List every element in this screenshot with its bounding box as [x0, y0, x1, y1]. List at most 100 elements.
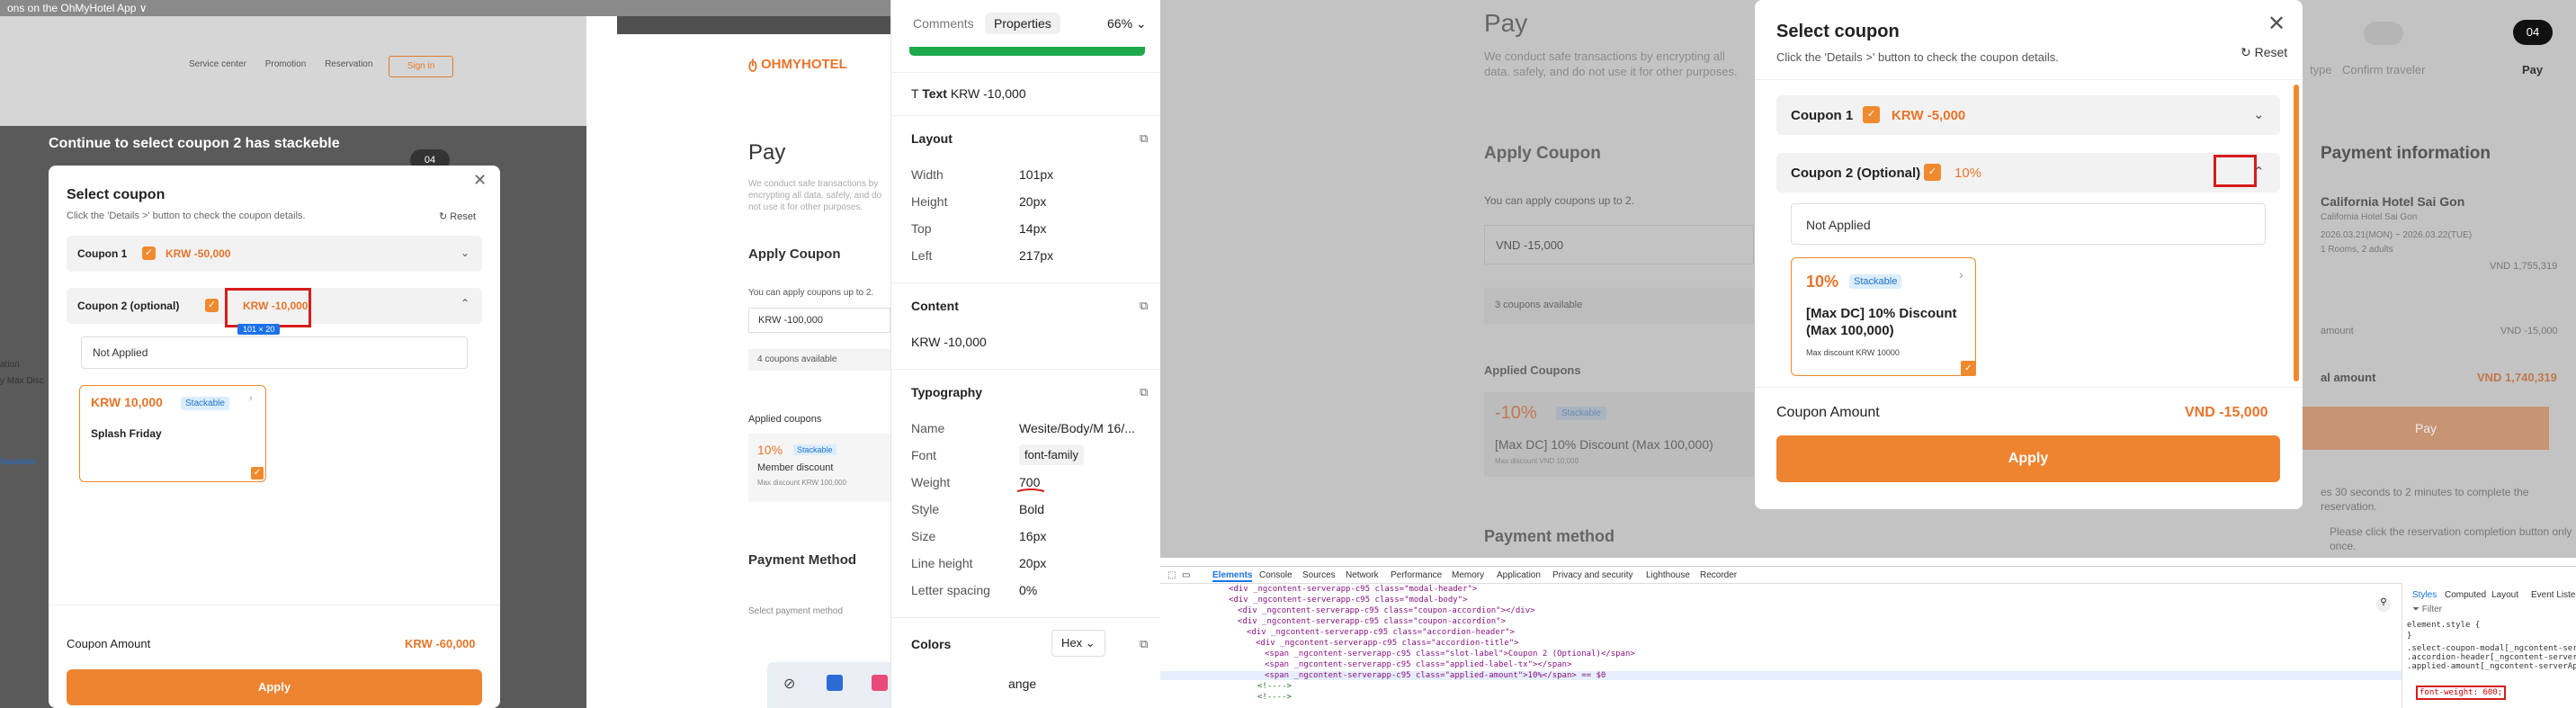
chevron-right-icon[interactable]: › [249, 393, 253, 404]
copy-icon[interactable]: ⧉ [1140, 637, 1148, 651]
pin-icon[interactable]: ⚲ [2376, 597, 2391, 612]
chevron-up-icon[interactable]: ⌃ [461, 297, 470, 309]
reset-button[interactable]: ↻ Reset [439, 211, 476, 222]
side-badge: Stackable [0, 457, 36, 466]
coupon-amount-value: KRW -60,000 [405, 637, 476, 650]
coupon-field[interactable]: KRW -100,000 [748, 308, 890, 333]
tab-comments[interactable]: Comments [913, 16, 974, 31]
tab-application[interactable]: Application [1497, 570, 1541, 580]
copy-icon[interactable]: ⧉ [1140, 131, 1148, 146]
tab-properties[interactable]: Properties [985, 13, 1060, 34]
divider [1755, 387, 2303, 388]
tab-styles[interactable]: Styles [2412, 590, 2437, 600]
nav-reservation[interactable]: Reservation [325, 59, 372, 69]
sign-in-button[interactable]: Sign in [389, 56, 453, 77]
applied-coupon-card: -10% Stackable [Max DC] 10% Discount (Ma… [1484, 392, 1754, 477]
tab-privacy[interactable]: Privacy and security [1552, 570, 1632, 580]
applied-pct: -10% [1495, 403, 1537, 423]
chevron-down-icon[interactable]: ⌄ [2253, 106, 2265, 122]
dom-line[interactable]: <div _ngcontent-serverapp-c95 class="mod… [1229, 585, 1477, 594]
coupon-2-label: Coupon 2 (Optional) [1791, 166, 1921, 181]
tab-computed[interactable]: Computed [2445, 590, 2486, 600]
wifi-off-icon[interactable]: ⊘ [783, 675, 795, 693]
coupon-1-amount: KRW -5,000 [1892, 108, 1966, 123]
chevron-down-icon[interactable]: ⌄ [461, 246, 470, 259]
top-label: Top [911, 221, 932, 236]
coupon-2-accordion[interactable]: Coupon 2 (Optional) ✓ 10% ⌃ [1776, 153, 2280, 193]
scrollbar[interactable] [2294, 85, 2299, 381]
dom-line[interactable]: <div _ngcontent-serverapp-c95 class="acc… [1247, 628, 1515, 637]
highlight-box [225, 288, 311, 327]
chevron-right-icon[interactable]: › [1959, 267, 1963, 282]
tab-console[interactable]: Console [1259, 570, 1292, 580]
select-payment[interactable]: Select payment method [748, 606, 843, 616]
dom-line[interactable]: <div _ngcontent-serverapp-c95 class="cou… [1238, 606, 1535, 615]
tab-elements[interactable]: Elements [1212, 570, 1253, 582]
height-value: 20px [1019, 194, 1047, 209]
stackable-badge: Stackable [1849, 274, 1902, 289]
divider [891, 282, 1160, 283]
reset-button[interactable]: ↻ Reset [2241, 45, 2287, 60]
tab-recorder[interactable]: Recorder [1700, 570, 1737, 580]
tab-layout[interactable]: Layout [2491, 590, 2518, 600]
tab-performance[interactable]: Performance [1391, 570, 1442, 580]
tab-network[interactable]: Network [1346, 570, 1379, 580]
inspect-icon[interactable]: ⬚ [1167, 570, 1176, 580]
height-label: Height [911, 194, 948, 209]
coupons-available[interactable]: 3 coupons available [1484, 288, 1754, 324]
pay-page: ტ OHMYHOTEL Pay We conduct safe transact… [617, 34, 890, 708]
apply-button[interactable]: Apply [67, 669, 482, 705]
page-title: Pay [1484, 9, 1528, 37]
tab-sources[interactable]: Sources [1302, 570, 1336, 580]
dom-line-selected[interactable]: <span _ngcontent-serverapp-c95 class="ap… [1160, 671, 2402, 680]
close-icon[interactable]: ✕ [2267, 11, 2285, 37]
coupon-card[interactable]: 10% Stackable › [Max DC] 10% Discount (M… [1791, 257, 1976, 376]
close-icon[interactable]: ✕ [473, 171, 487, 190]
coupon-1-accordion[interactable]: Coupon 1 ✓ KRW -5,000 ⌄ [1776, 95, 2280, 135]
filter-input[interactable]: ⏷ Filter [2412, 605, 2442, 614]
applied-max: Max discount KRW 100,000 [757, 479, 847, 487]
coupon-card[interactable]: KRW 10,000 Stackable › Splash Friday ✓ [79, 385, 266, 482]
reset-icon: ↻ [439, 211, 451, 222]
stay-dates: 2026.03.21(MON) ~ 2026.03.22(TUE) [2321, 230, 2473, 240]
text-label: Text [922, 86, 947, 101]
copy-icon[interactable]: ⧉ [1140, 299, 1148, 313]
coupons-available[interactable]: 4 coupons available [748, 349, 890, 371]
dom-line[interactable]: <span _ngcontent-serverapp-c95 class="ap… [1265, 660, 1571, 669]
app-icon[interactable] [872, 675, 888, 691]
tab-memory[interactable]: Memory [1452, 570, 1484, 580]
section-title: Payment information [2321, 144, 2491, 163]
ls-value: 0% [1019, 583, 1038, 597]
tab-event-listeners[interactable]: Event Liste [2531, 590, 2575, 600]
coupon-field[interactable]: VND -15,000 [1484, 225, 1754, 264]
dom-line[interactable]: <div _ngcontent-serverapp-c95 class="acc… [1256, 639, 1519, 648]
reset-icon: ↻ [2241, 45, 2255, 59]
dom-line[interactable]: <div _ngcontent-serverapp-c95 class="cou… [1238, 617, 1506, 626]
dom-line[interactable]: <!----> [1257, 693, 1292, 702]
copy-icon[interactable]: ⧉ [1140, 385, 1148, 399]
pay-button[interactable]: Pay [2303, 407, 2549, 450]
app-icon[interactable] [827, 675, 843, 691]
tab-lighthouse[interactable]: Lighthouse [1646, 570, 1690, 580]
not-applied-option[interactable]: Not Applied [81, 336, 468, 369]
apply-button[interactable]: Apply [1776, 435, 2280, 482]
font-label: Font [911, 448, 937, 462]
card-name: [Max DC] 10% Discount (Max 100,000) [1806, 306, 1957, 338]
nav-promotion[interactable]: Promotion [265, 59, 307, 69]
discount-label: amount [2321, 326, 2354, 336]
dom-line[interactable]: <!----> [1257, 682, 1292, 691]
nav-service-center[interactable]: Service center [189, 59, 246, 69]
width-value: 101px [1019, 167, 1054, 182]
zoom-select[interactable]: 66% ⌄ [1107, 16, 1147, 31]
size-label: Size [911, 529, 936, 543]
dom-line[interactable]: <span _ngcontent-serverapp-c95 class="sl… [1265, 650, 1635, 659]
device-icon[interactable]: ▭ [1182, 570, 1190, 580]
dom-line[interactable]: <div _ngcontent-serverapp-c95 class="mod… [1229, 596, 1468, 605]
colors-heading: Colors [911, 637, 952, 651]
hex-select[interactable]: Hex ⌄ [1051, 630, 1105, 657]
not-applied-option[interactable]: Not Applied [1791, 203, 2266, 245]
style-line: .applied-amount[_ngcontent-serverApp-c [2407, 662, 2576, 671]
card-pct: 10% [1806, 273, 1839, 291]
zoom-value: 66% [1107, 16, 1133, 31]
coupon-1-accordion[interactable]: Coupon 1 ✓ KRW -50,000 ⌄ [67, 236, 482, 272]
